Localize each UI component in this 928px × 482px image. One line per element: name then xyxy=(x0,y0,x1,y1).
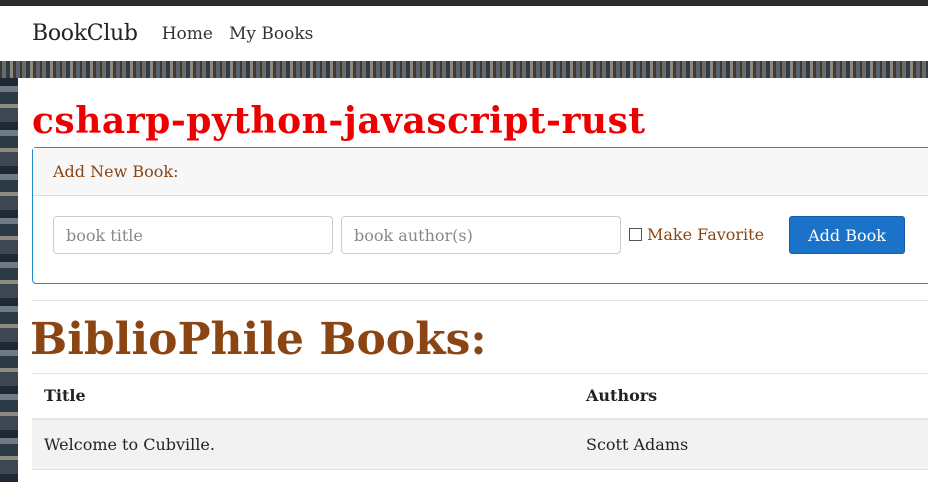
book-title-input[interactable] xyxy=(53,216,333,254)
bookshelf-background-side xyxy=(0,78,18,482)
nav-link-home[interactable]: Home xyxy=(162,24,213,44)
table-row: Welcome to Cubville. Scott Adams xyxy=(32,418,928,470)
table-header-row: Title Authors xyxy=(32,373,928,419)
brand-link[interactable]: BookClub xyxy=(32,21,138,46)
make-favorite-checkbox[interactable] xyxy=(629,228,642,241)
book-authors-cell: Scott Adams xyxy=(586,434,689,454)
column-header-authors: Authors xyxy=(586,386,658,406)
main-content: csharp-python-javascript-rust Add New Bo… xyxy=(18,78,928,482)
add-book-header: Add New Book: xyxy=(33,148,928,196)
navbar: BookClub Home My Books xyxy=(0,6,928,61)
make-favorite-label: Make Favorite xyxy=(647,225,765,244)
add-book-button[interactable]: Add Book xyxy=(789,216,905,254)
make-favorite-option[interactable]: Make Favorite xyxy=(629,225,764,244)
books-table: Title Authors Welcome to Cubville. Scott… xyxy=(32,373,928,470)
nav-link-my-books[interactable]: My Books xyxy=(229,24,313,44)
books-heading: BiblioPhile Books: xyxy=(30,314,487,365)
add-book-form: Make Favorite Add Book xyxy=(33,196,928,284)
book-title-cell: Welcome to Cubville. xyxy=(44,434,215,454)
section-divider xyxy=(32,300,928,301)
page-title: csharp-python-javascript-rust xyxy=(32,100,646,142)
add-book-card: Add New Book: Make Favorite Add Book xyxy=(32,147,928,284)
book-author-input[interactable] xyxy=(341,216,621,254)
column-header-title: Title xyxy=(44,386,86,406)
